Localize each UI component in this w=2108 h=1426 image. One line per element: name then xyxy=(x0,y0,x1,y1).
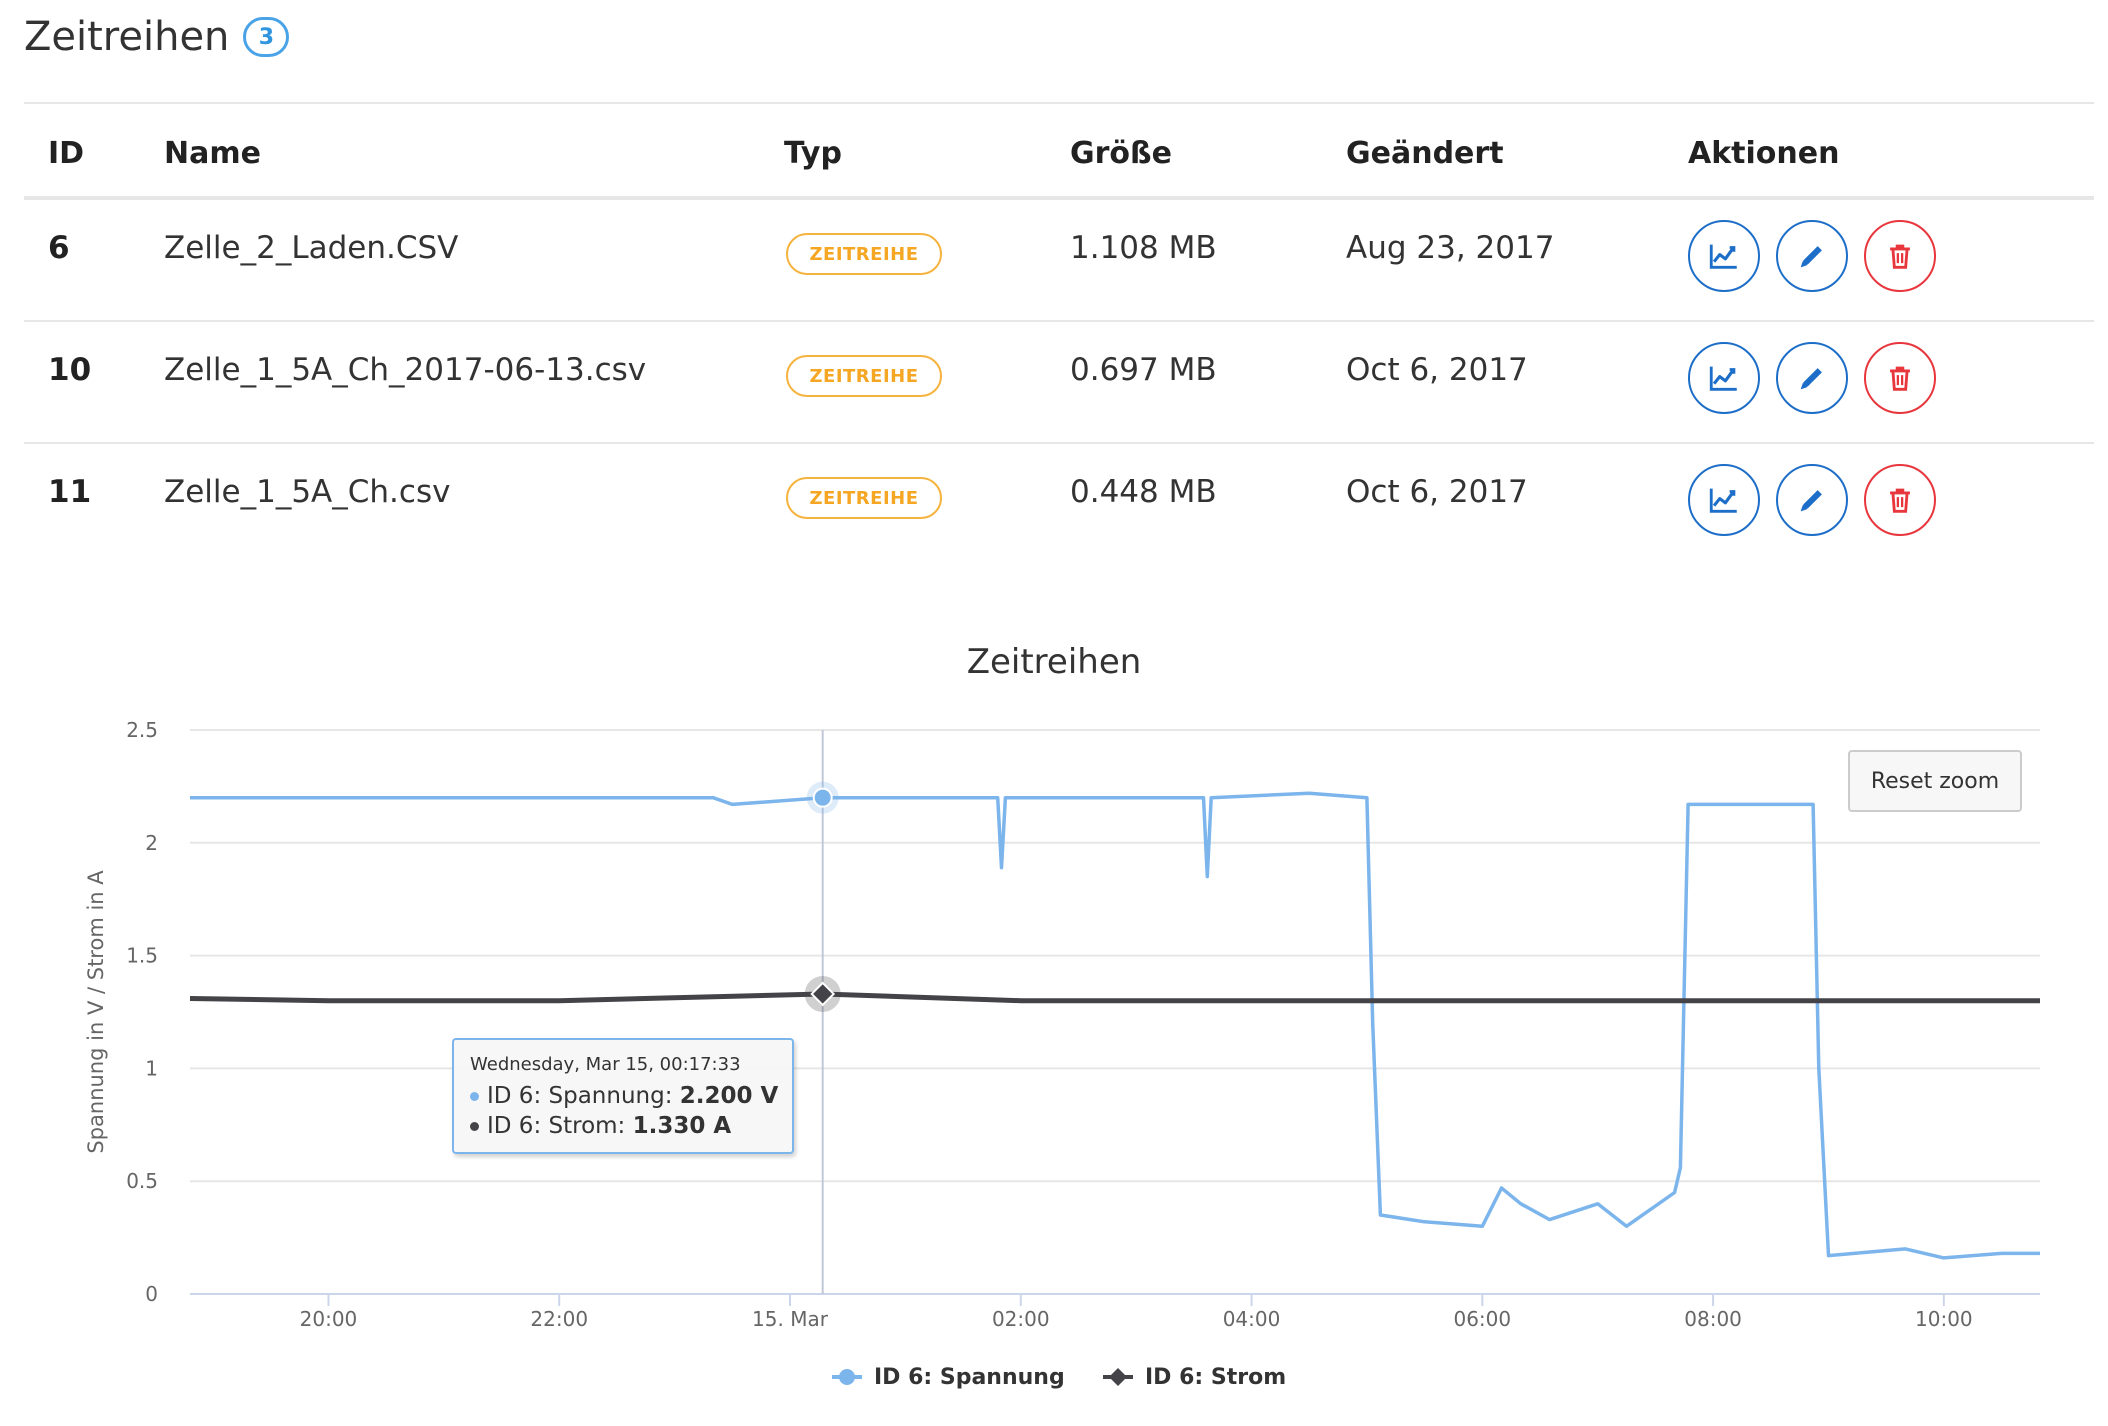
edit-button[interactable] xyxy=(1776,464,1848,536)
x-tick-label: 20:00 xyxy=(300,1307,358,1331)
edit-button[interactable] xyxy=(1776,220,1848,292)
cell-id: 11 xyxy=(48,474,92,510)
series-dot-icon xyxy=(470,1122,479,1131)
cell-modified: Aug 23, 2017 xyxy=(1346,230,1555,266)
x-tick-label: 02:00 xyxy=(992,1307,1050,1331)
x-tick-label: 04:00 xyxy=(1223,1307,1281,1331)
legend-marker-strom xyxy=(1109,1368,1127,1386)
edit-button[interactable] xyxy=(1776,342,1848,414)
column-header-type[interactable]: Typ xyxy=(784,136,842,171)
cell-size: 0.448 MB xyxy=(1070,474,1217,510)
row-actions xyxy=(1688,464,1936,536)
tooltip-value: 2.200 V xyxy=(679,1083,779,1109)
tooltip-title: Wednesday, Mar 15, 00:17:33 xyxy=(470,1054,741,1075)
y-tick-label: 1.5 xyxy=(126,944,158,968)
legend-label-spannung: ID 6: Spannung xyxy=(874,1365,1065,1390)
delete-button[interactable] xyxy=(1864,342,1936,414)
count-badge: 3 xyxy=(243,17,290,57)
column-header-id[interactable]: ID xyxy=(48,136,84,171)
chart-line-icon xyxy=(1707,361,1741,395)
cell-modified: Oct 6, 2017 xyxy=(1346,474,1528,510)
column-header-actions: Aktionen xyxy=(1688,136,1840,171)
table-row: 10 Zelle_1_5A_Ch_2017-06-13.csv ZEITREIHE 0… xyxy=(24,322,2094,444)
trash-icon xyxy=(1883,483,1917,517)
view-chart-button[interactable] xyxy=(1688,464,1760,536)
tooltip-row-spannung: ID 6: Spannung: 2.200 V xyxy=(470,1081,779,1111)
y-tick-label: 0.5 xyxy=(126,1169,158,1193)
row-actions xyxy=(1688,342,1936,414)
chart-tooltip: Wednesday, Mar 15, 00:17:33 ID 6: Spannu… xyxy=(452,1038,794,1154)
cell-id: 6 xyxy=(48,230,70,266)
reset-zoom-button[interactable]: Reset zoom xyxy=(1848,750,2022,812)
x-tick-label: 06:00 xyxy=(1453,1307,1511,1331)
chart-title: Zeitreihen xyxy=(967,642,1142,682)
cell-name: Zelle_1_5A_Ch.csv xyxy=(164,474,451,510)
timeseries-table: ID Name Typ Größe Geändert Aktionen 6 Zel… xyxy=(24,102,2094,566)
series-dot-icon xyxy=(470,1092,479,1101)
trash-icon xyxy=(1883,361,1917,395)
pencil-icon xyxy=(1795,239,1829,273)
table-row: 11 Zelle_1_5A_Ch.csv ZEITREIHE 0.448 MB Oct … xyxy=(24,444,2094,566)
pencil-icon xyxy=(1795,361,1829,395)
page-header: Zeitreihen 3 xyxy=(24,14,290,60)
trash-icon xyxy=(1883,239,1917,273)
chart-line-icon xyxy=(1707,483,1741,517)
tooltip-label: ID 6: Spannung: xyxy=(487,1083,680,1109)
table-header: ID Name Typ Größe Geändert Aktionen xyxy=(24,102,2094,200)
y-tick-label: 1 xyxy=(145,1056,158,1080)
legend-label-strom: ID 6: Strom xyxy=(1145,1365,1286,1390)
cell-size: 0.697 MB xyxy=(1070,352,1217,388)
series-line-spannung xyxy=(190,791,2040,1260)
page-title: Zeitreihen xyxy=(24,14,230,60)
delete-button[interactable] xyxy=(1864,464,1936,536)
tooltip-label: ID 6: Strom: xyxy=(487,1113,633,1139)
type-badge: ZEITREIHE xyxy=(786,355,942,397)
view-chart-button[interactable] xyxy=(1688,342,1760,414)
column-header-size[interactable]: Größe xyxy=(1070,136,1172,171)
chart-line-icon xyxy=(1707,239,1741,273)
cell-modified: Oct 6, 2017 xyxy=(1346,352,1528,388)
cell-id: 10 xyxy=(48,352,92,388)
delete-button[interactable] xyxy=(1864,220,1936,292)
type-badge: ZEITREIHE xyxy=(786,233,942,275)
cell-size: 1.108 MB xyxy=(1070,230,1217,266)
tooltip-value: 1.330 A xyxy=(632,1113,732,1139)
x-tick-label: 10:00 xyxy=(1915,1307,1973,1331)
cell-name: Zelle_2_Laden.CSV xyxy=(164,230,459,266)
view-chart-button[interactable] xyxy=(1688,220,1760,292)
table-row: 6 Zelle_2_Laden.CSV ZEITREIHE 1.108 MB Aug 2… xyxy=(24,200,2094,322)
column-header-modified[interactable]: Geändert xyxy=(1346,136,1504,171)
timeseries-chart[interactable]: Zeitreihen 0 0.5 1 1.5 2 2.5 20:00 22:00 15. Mar 0… xyxy=(0,630,2108,1426)
chart-container: Zeitreihen 0 0.5 1 1.5 2 2.5 20:00 22:00 15. Mar 0… xyxy=(0,630,2108,1426)
x-tick-label: 15. Mar xyxy=(752,1307,829,1331)
x-tick-label: 08:00 xyxy=(1684,1307,1742,1331)
y-axis-label: Spannung in V / Strom in A xyxy=(84,870,108,1154)
tooltip-row-strom: ID 6: Strom: 1.330 A xyxy=(470,1111,776,1141)
column-header-name[interactable]: Name xyxy=(164,136,261,171)
hover-marker-spannung xyxy=(812,787,833,808)
y-tick-label: 0 xyxy=(145,1282,158,1306)
legend-marker-spannung xyxy=(839,1369,855,1385)
y-tick-label: 2.5 xyxy=(126,718,158,742)
row-actions xyxy=(1688,220,1936,292)
type-badge: ZEITREIHE xyxy=(786,477,942,519)
pencil-icon xyxy=(1795,483,1829,517)
series-line-strom xyxy=(189,991,2040,1004)
cell-name: Zelle_1_5A_Ch_2017-06-13.csv xyxy=(164,352,647,388)
x-tick-label: 22:00 xyxy=(530,1307,588,1331)
y-tick-label: 2 xyxy=(145,831,158,855)
